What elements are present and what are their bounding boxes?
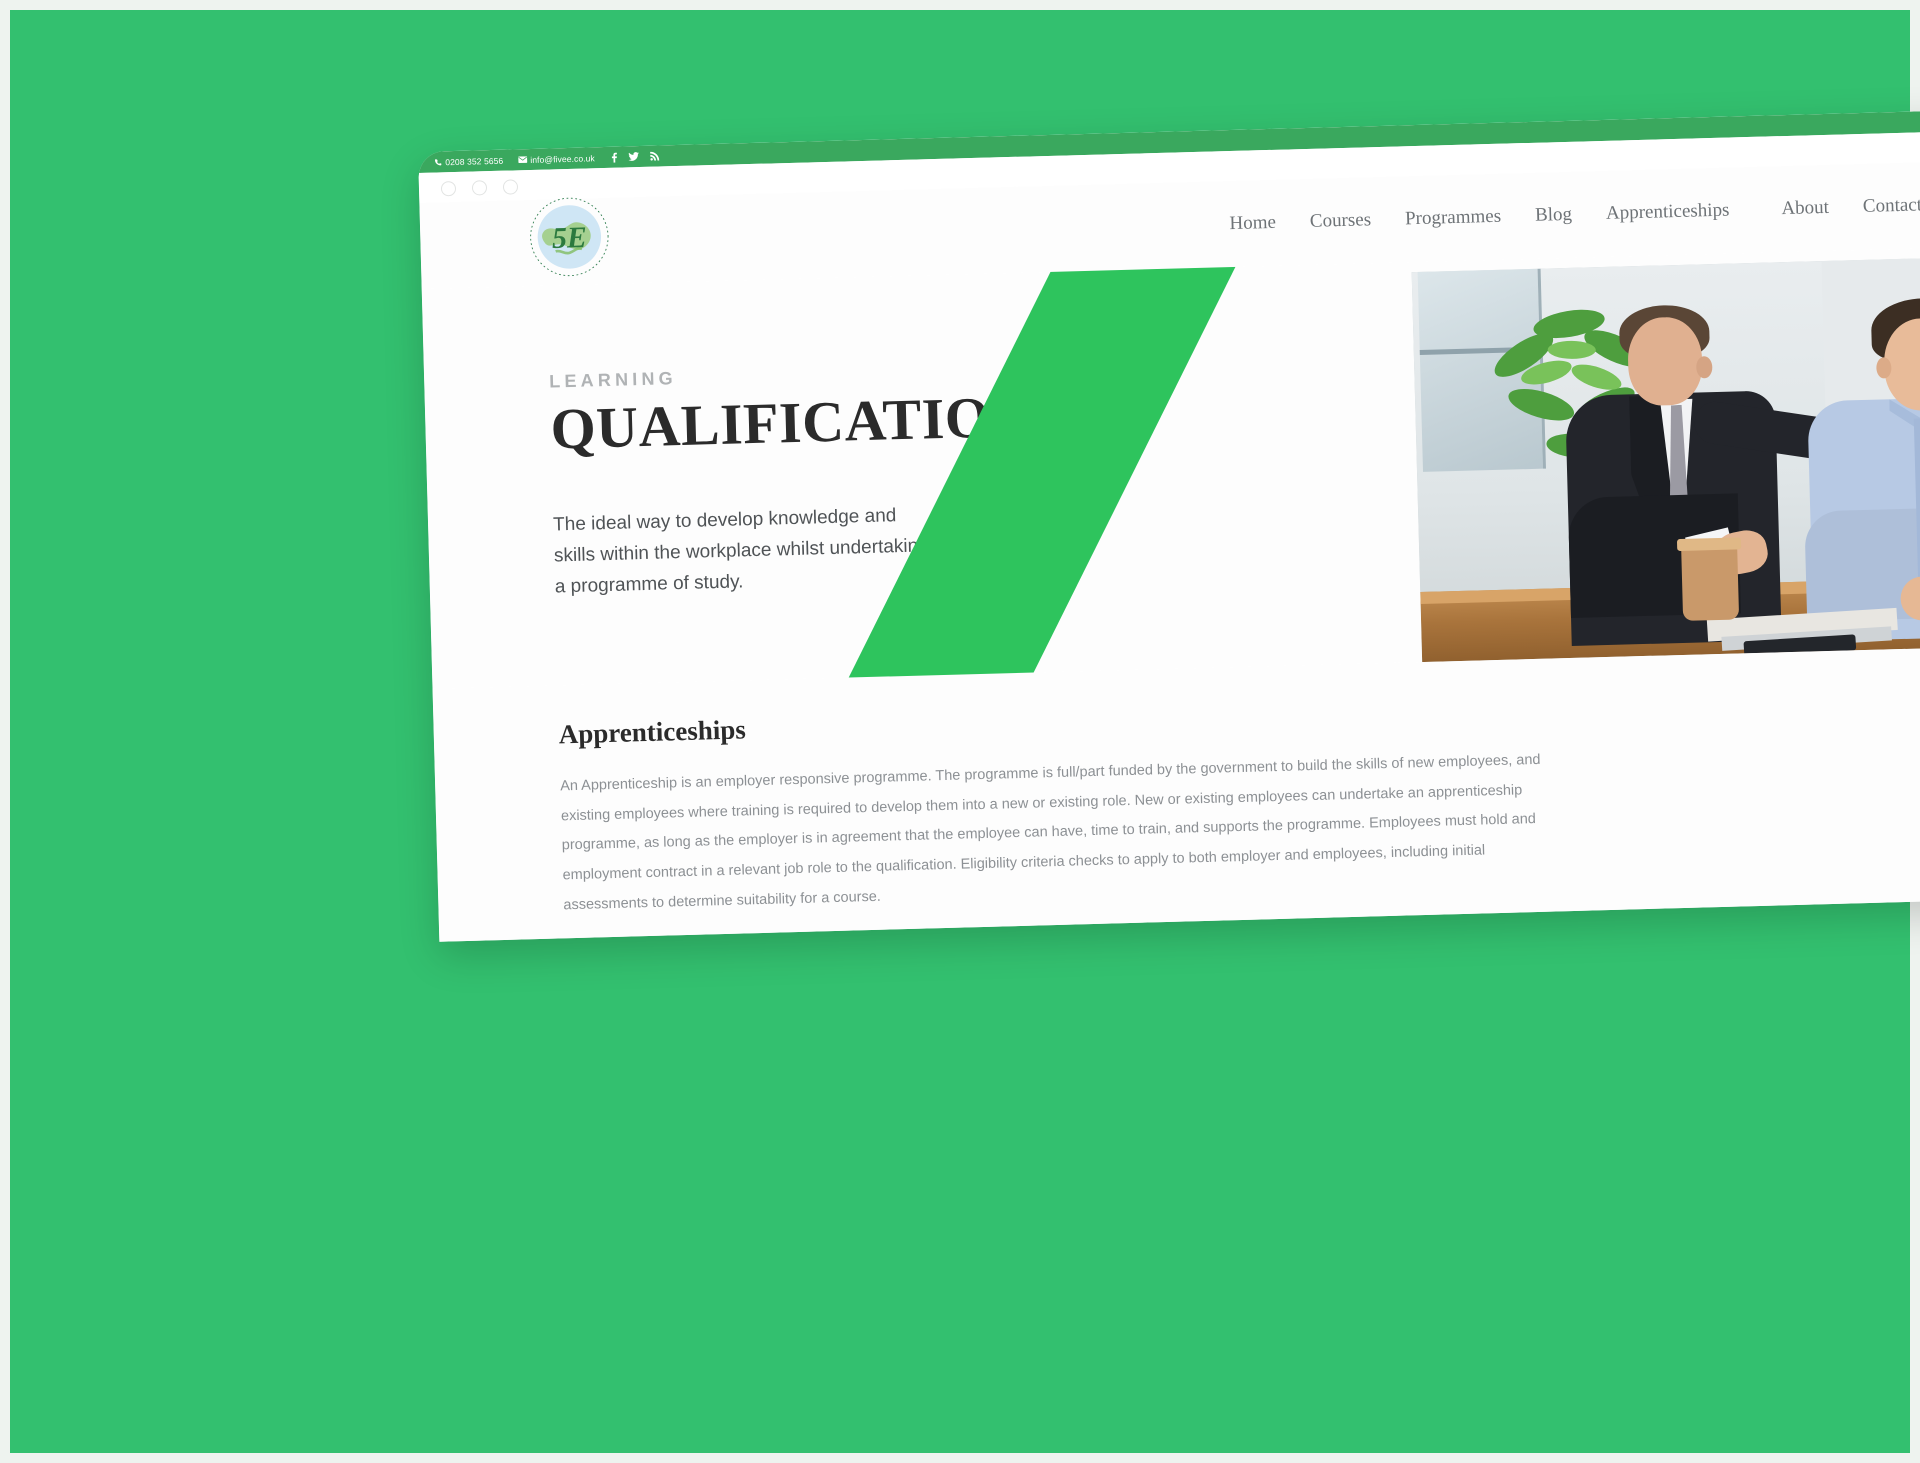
window-control-close[interactable] bbox=[440, 180, 457, 197]
content-section: Apprenticeships An Apprenticeship is an … bbox=[432, 644, 1920, 942]
photo-coffee-cup-lid bbox=[1676, 537, 1742, 552]
window-control-minimize[interactable] bbox=[471, 180, 488, 196]
photo-person-mentor-head bbox=[1626, 316, 1704, 407]
main-navigation: Home Courses Programmes Blog Apprentices… bbox=[1229, 194, 1920, 235]
svg-text:5E: 5E bbox=[551, 221, 587, 255]
nav-item-blog[interactable]: Blog bbox=[1535, 204, 1573, 227]
window-controls bbox=[440, 179, 519, 197]
rss-icon[interactable] bbox=[649, 151, 659, 161]
browser-mockup: 0208 352 5656 info@fivee.co.uk 5E Home C… bbox=[418, 107, 1920, 942]
phone-number: 0208 352 5656 bbox=[445, 155, 504, 167]
hero-image bbox=[1411, 255, 1920, 671]
window-control-maximize[interactable] bbox=[502, 179, 519, 195]
envelope-icon bbox=[518, 156, 528, 164]
photo-coffee-cup bbox=[1681, 543, 1740, 621]
email-contact[interactable]: info@fivee.co.uk bbox=[518, 153, 595, 165]
nav-item-home[interactable]: Home bbox=[1229, 212, 1276, 235]
section-heading-apprenticeships: Apprenticeships bbox=[558, 714, 747, 750]
phone-contact[interactable]: 0208 352 5656 bbox=[434, 155, 503, 167]
nav-item-about[interactable]: About bbox=[1781, 197, 1829, 220]
email-address: info@fivee.co.uk bbox=[530, 152, 595, 165]
section-paragraph: An Apprenticeship is an employer respons… bbox=[559, 751, 1541, 914]
hero-subtitle: The ideal way to develop knowledge and s… bbox=[552, 505, 930, 597]
hero-section: LEARNING QUALIFICATIONS The ideal way to… bbox=[421, 244, 1920, 689]
nav-item-programmes[interactable]: Programmes bbox=[1405, 206, 1502, 231]
site-logo[interactable]: 5E bbox=[524, 192, 614, 282]
facebook-icon[interactable] bbox=[611, 152, 617, 163]
phone-icon bbox=[434, 158, 442, 166]
social-links bbox=[611, 151, 659, 163]
browser-window: 0208 352 5656 info@fivee.co.uk 5E Home C… bbox=[418, 107, 1920, 942]
nav-item-contact[interactable]: Contact bbox=[1863, 194, 1920, 218]
nav-item-courses[interactable]: Courses bbox=[1310, 209, 1372, 233]
nav-item-apprenticeships[interactable]: Apprenticeships bbox=[1606, 200, 1730, 225]
twitter-icon[interactable] bbox=[628, 152, 639, 161]
